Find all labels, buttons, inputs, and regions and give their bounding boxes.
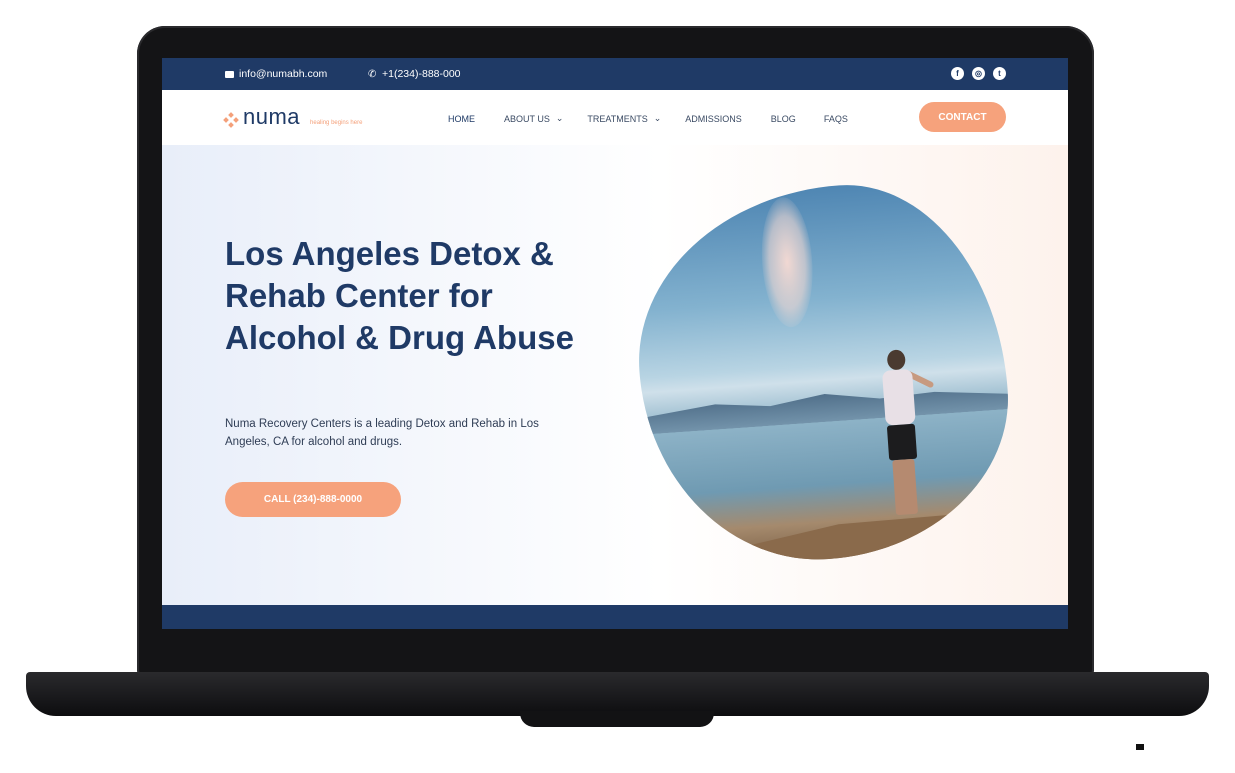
hero-image (627, 174, 1019, 572)
nav-item-home[interactable]: HOME (448, 113, 475, 124)
laptop-base (26, 672, 1209, 716)
phone-text[interactable]: +1(234)-888-000 (382, 68, 461, 80)
laptop-foot (1136, 744, 1144, 750)
email-text[interactable]: info@numabh.com (239, 68, 327, 80)
nav-item-treatments-label: TREATMENTS (587, 113, 648, 124)
section-divider-band (162, 605, 1068, 629)
mail-icon (225, 70, 234, 78)
nav-item-faqs[interactable]: FAQS (824, 113, 848, 124)
person-figure (877, 348, 935, 530)
logo-wordmark: numa (243, 104, 301, 129)
nav-item-blog-label: BLOG (770, 113, 796, 124)
laptop-notch (520, 711, 714, 727)
nav-item-admissions[interactable]: ADMISSIONS (685, 113, 742, 124)
twitter-icon[interactable]: t (993, 67, 1006, 80)
nav-item-faqs-label: FAQS (823, 113, 848, 124)
mountain-range (642, 381, 1009, 434)
hero-description: Numa Recovery Centers is a leading Detox… (225, 418, 539, 448)
nav-item-about-us-label: ABOUT US (504, 113, 550, 124)
contact-button[interactable]: CONTACT (919, 102, 1006, 132)
chevron-down-icon: ⌄ (653, 113, 662, 123)
logo-mark-icon (223, 112, 239, 128)
nav-item-home-label: HOME (448, 113, 475, 124)
nav-menu: HOME ABOUT US ⌄ TREATMENTS ⌄ ADMISSIONS … (448, 113, 848, 124)
nav-item-about-us[interactable]: ABOUT US ⌄ (504, 113, 563, 124)
nav-item-treatments[interactable]: TREATMENTS ⌄ (587, 113, 661, 124)
facebook-icon[interactable]: f (951, 67, 964, 80)
hero-heading: Los Angeles Detox & Rehab Center for Alc… (225, 235, 574, 356)
website-screen: info@numabh.com ✆ +1(234)-888-000 f ◎ t … (162, 58, 1068, 629)
logo-tagline: healing begins here (310, 120, 363, 126)
nav-item-blog[interactable]: BLOG (771, 113, 796, 124)
top-bar: info@numabh.com ✆ +1(234)-888-000 f ◎ t (162, 58, 1068, 90)
phone-contact[interactable]: ✆ +1(234)-888-000 (368, 68, 461, 80)
logo[interactable]: numa healing begins here (223, 104, 363, 130)
chevron-down-icon: ⌄ (555, 113, 564, 123)
smoke-cloud (757, 195, 817, 329)
email-contact[interactable]: info@numabh.com (225, 68, 327, 80)
rocky-ground (711, 508, 1019, 571)
hero-section: Los Angeles Detox & Rehab Center for Alc… (162, 145, 1068, 605)
nav-item-admissions-label: ADMISSIONS (685, 113, 742, 124)
phone-icon: ✆ (368, 68, 377, 80)
instagram-icon[interactable]: ◎ (972, 67, 985, 80)
social-links: f ◎ t (951, 67, 1006, 80)
main-nav: numa healing begins here HOME ABOUT US ⌄… (162, 90, 1068, 145)
call-button[interactable]: CALL (234)-888-0000 (225, 482, 401, 517)
